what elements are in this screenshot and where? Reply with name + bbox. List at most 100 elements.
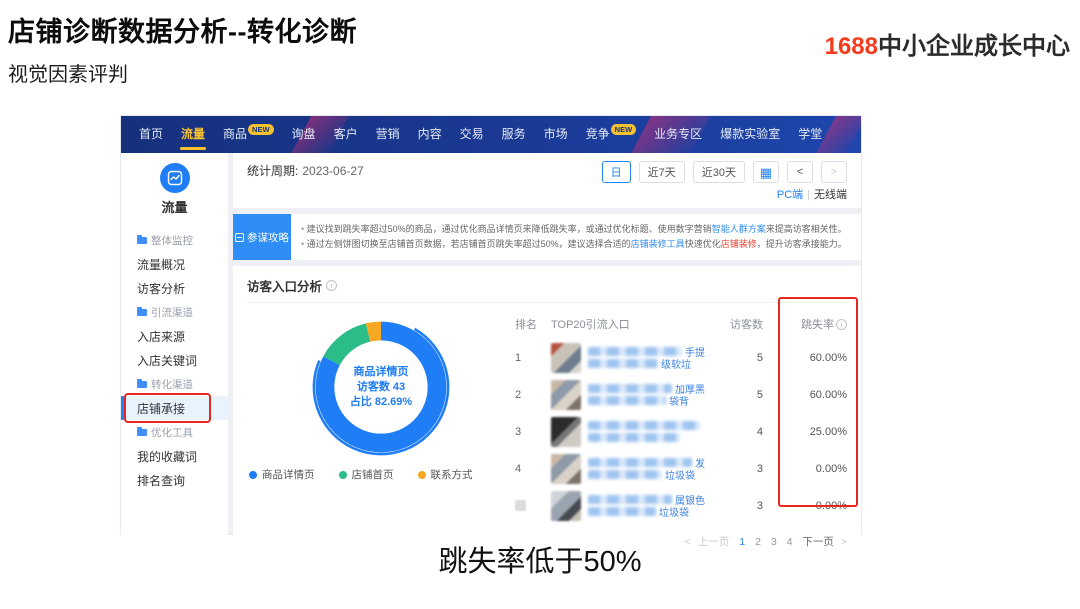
tip-text: 快速优化 [685, 239, 721, 249]
sidebar-item-entry-keywords[interactable]: 入店关键词 [121, 348, 228, 372]
sidebar-item-label: 引流渠道 [151, 305, 193, 320]
device-tab-pc[interactable]: PC端 [777, 189, 803, 201]
sidebar-item-label: 转化渠道 [151, 377, 193, 392]
product-title-blurred: 手提 级软垃 [588, 345, 705, 370]
visitors-cell: 3 [705, 500, 763, 512]
divider [247, 302, 847, 303]
next-period-button[interactable]: > [821, 161, 847, 183]
header-visitors: 访客数 [705, 316, 763, 332]
blurred-text [588, 421, 700, 430]
rank-cell: 2 [515, 389, 551, 401]
blurred-text [588, 458, 692, 467]
legend-product-detail[interactable]: 商品详情页 [249, 467, 315, 482]
info-icon[interactable]: i [326, 280, 337, 291]
nav-item-inquiry[interactable]: 询盘 [292, 116, 316, 153]
blurred-text [588, 495, 672, 504]
range-30day-button[interactable]: 近30天 [693, 161, 745, 183]
sidebar-item-entry-source[interactable]: 入店来源 [121, 324, 228, 348]
blurred-text [588, 347, 682, 356]
sidebar-item-rank-query[interactable]: 排名查询 [121, 468, 228, 492]
blurred-text [588, 396, 666, 405]
center-visitors: 访客数 43 [357, 380, 405, 395]
strategy-tips: 参谋攻略 建议找到跳失率超过50%的商品，通过优化商品详情页来降低跳失率，或通过… [233, 214, 861, 260]
slide-title: 店铺诊断数据分析--转化诊断 [8, 10, 357, 49]
nav-item-academy[interactable]: 学堂 [798, 116, 822, 153]
nav-item-hot-lab[interactable]: 爆款实验室 [720, 116, 780, 153]
table-row[interactable]: 属银色 垃圾袋 3 0.00% [515, 487, 847, 524]
section-title: 访客入口分析 [247, 276, 322, 295]
tip-line-1: 建议找到跳失率超过50%的商品，通过优化商品详情页来降低跳失率，或通过优化标题、… [301, 222, 851, 237]
nav-item-market[interactable]: 市场 [544, 116, 568, 153]
legend-contact[interactable]: 联系方式 [418, 467, 473, 482]
title-fragment: 级软垃 [661, 356, 691, 371]
bounce-cell: 0.00% [763, 463, 847, 475]
header-entry: TOP20引流入口 [551, 316, 705, 332]
tips-text: 建议找到跳失率超过50%的商品，通过优化商品详情页来降低跳失率，或通过优化标题、… [291, 214, 861, 260]
sidebar-item-visitor-analysis[interactable]: 访客分析 [121, 276, 228, 300]
product-thumbnail [551, 491, 581, 521]
sidebar-item-overall-monitor[interactable]: 整体监控 [121, 228, 228, 252]
nav-item-competition[interactable]: 竞争NEW [586, 116, 637, 153]
store-decor-tool-link[interactable]: 店铺装修工具 [631, 239, 685, 249]
table-header-row: 排名 TOP20引流入口 访客数 跳失率i [515, 309, 847, 339]
tip-text: 通过左侧饼图切换至店铺首页数据，若店铺首页跳失率超过50%，建议选择合适的 [307, 239, 631, 249]
legend-dot [418, 471, 426, 479]
rank-cell: 3 [515, 426, 551, 438]
sidebar-item-my-saved-words[interactable]: 我的收藏词 [121, 444, 228, 468]
sidebar-item-traffic-overview[interactable]: 流量概况 [121, 252, 228, 276]
device-tab-wireless[interactable]: 无线端 [814, 189, 847, 201]
center-segment-name: 商品详情页 [354, 365, 409, 380]
nav-item-customers[interactable]: 客户 [334, 116, 358, 153]
chart-legend: 商品详情页 店铺首页 联系方式 [249, 467, 515, 482]
strategy-button[interactable]: 参谋攻略 [233, 214, 291, 260]
sidebar-item-conversion-channels[interactable]: 转化渠道 [121, 372, 228, 396]
visitors-cell: 5 [705, 389, 763, 401]
presentation-slide: 店铺诊断数据分析--转化诊断 1688中小企业成长中心 视觉因素评判 首页 流量… [0, 0, 1080, 609]
visitors-cell: 5 [705, 352, 763, 364]
nav-item-business-zone[interactable]: 业务专区 [654, 116, 702, 153]
range-day-button[interactable]: 日 [602, 161, 631, 183]
table-row[interactable]: 4 发 垃圾袋 3 0.00% [515, 450, 847, 487]
nav-item-service[interactable]: 服务 [502, 116, 526, 153]
product-cell [551, 417, 705, 447]
tip-text: ，提升访客承接能力。 [757, 239, 847, 249]
legend-store-home[interactable]: 店铺首页 [339, 467, 394, 482]
visitors-cell: 3 [705, 463, 763, 475]
table-row[interactable]: 1 手提 级软垃 5 60.00% [515, 339, 847, 376]
legend-label: 商品详情页 [262, 467, 315, 482]
info-icon[interactable]: i [836, 319, 847, 330]
header-bounce: 跳失率i [763, 316, 847, 332]
product-title-blurred: 加厚黑 袋背 [588, 382, 705, 407]
product-cell: 加厚黑 袋背 [551, 380, 705, 410]
folder-icon [137, 381, 147, 388]
nav-item-marketing[interactable]: 营销 [376, 116, 400, 153]
smart-audience-link[interactable]: 智能人群方案 [712, 224, 766, 234]
nav-item-home[interactable]: 首页 [139, 116, 163, 153]
nav-item-traffic[interactable]: 流量 [181, 116, 205, 153]
sidebar-item-traffic-channels[interactable]: 引流渠道 [121, 300, 228, 324]
table-row[interactable]: 3 4 25.00% [515, 413, 847, 450]
calendar-icon: ▦ [760, 166, 772, 179]
title-fragment: 袋背 [669, 393, 689, 408]
new-badge: NEW [611, 124, 637, 135]
nav-item-content[interactable]: 内容 [418, 116, 442, 153]
product-title-blurred: 属银色 垃圾袋 [588, 493, 705, 518]
sidebar-item-label: 优化工具 [151, 425, 193, 440]
range-7day-button[interactable]: 近7天 [639, 161, 685, 183]
period-label: 统计周期: [247, 164, 298, 178]
legend-label: 联系方式 [431, 467, 473, 482]
sidebar-item-store-reception[interactable]: 店铺承接 [121, 396, 228, 420]
sidebar-item-optimization-tools[interactable]: 优化工具 [121, 420, 228, 444]
nav-item-trade[interactable]: 交易 [460, 116, 484, 153]
table-row[interactable]: 2 加厚黑 袋背 5 60.00% [515, 376, 847, 413]
entry-table: 排名 TOP20引流入口 访客数 跳失率i 1 手提 [515, 305, 847, 549]
logo-name: 中小企业成长中心 [878, 33, 1070, 60]
bounce-cell: 0.00% [763, 500, 847, 512]
entry-donut-chart: 商品详情页 访客数 43 占比 82.69% 商品详情页 店铺首页 联系方式 [247, 305, 515, 549]
strategy-icon [235, 233, 244, 242]
calendar-button[interactable]: ▦ [753, 161, 779, 183]
nav-item-products[interactable]: 商品NEW [223, 116, 274, 153]
tip-line-2: 通过左侧饼图切换至店铺首页数据，若店铺首页跳失率超过50%，建议选择合适的店铺装… [301, 237, 851, 252]
sidebar-item-label: 整体监控 [151, 233, 193, 248]
prev-period-button[interactable]: < [787, 161, 813, 183]
